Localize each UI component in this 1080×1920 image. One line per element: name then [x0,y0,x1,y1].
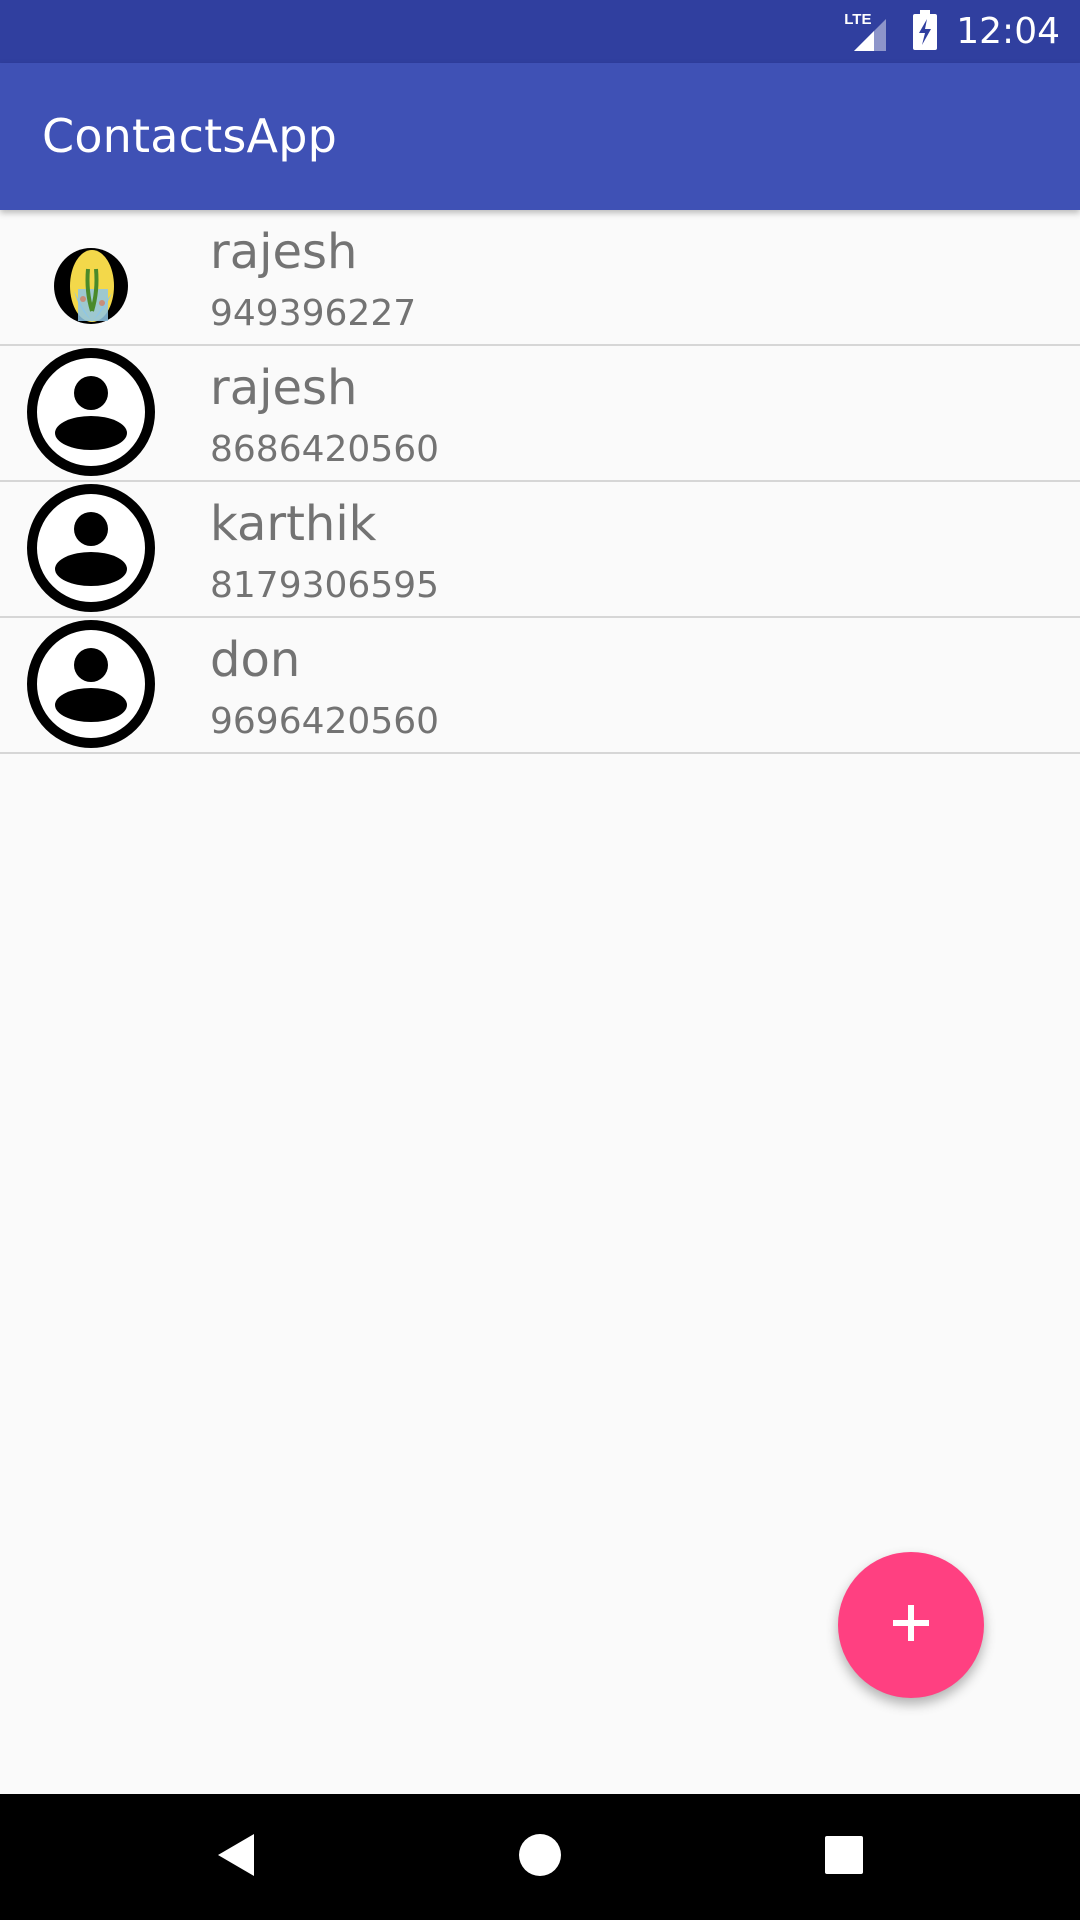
status-bar: LTE 12:04 [0,0,1080,63]
back-icon [214,1830,258,1884]
default-person-icon [26,483,156,613]
contact-row[interactable]: don 9696420560 [0,618,1080,754]
contact-name: don [210,632,301,688]
contact-list: rajesh 949396227 rajesh 8686420560 karth… [0,210,1080,754]
status-icons: LTE 12:04 [844,0,1060,63]
app-bar: ContactsApp [0,63,1080,210]
plus-icon [889,1601,933,1649]
contact-photo-avatar [26,211,156,341]
app-title: ContactsApp [42,109,338,163]
status-time: 12:04 [956,11,1060,52]
add-contact-button[interactable] [838,1552,984,1698]
contact-row[interactable]: rajesh 8686420560 [0,346,1080,482]
lte-signal-icon: LTE [844,11,894,53]
contact-phone: 949396227 [210,293,417,334]
recents-icon [823,1834,865,1880]
home-button[interactable] [480,1794,600,1920]
contact-row[interactable]: rajesh 949396227 [0,210,1080,346]
default-person-icon [26,347,156,477]
back-button[interactable] [176,1794,296,1920]
contact-row[interactable]: karthik 8179306595 [0,482,1080,618]
home-icon [517,1832,563,1882]
recents-button[interactable] [784,1794,904,1920]
contact-name: karthik [210,496,377,552]
contact-phone: 9696420560 [210,701,440,742]
screen: LTE 12:04 ContactsApp rajesh 949396227 r… [0,0,1080,1920]
contact-phone: 8686420560 [210,429,440,470]
contact-name: rajesh [210,360,358,416]
contact-name: rajesh [210,224,358,280]
battery-charging-icon [912,9,938,54]
navigation-bar [0,1794,1080,1920]
contact-phone: 8179306595 [210,565,440,606]
default-person-icon [26,619,156,749]
